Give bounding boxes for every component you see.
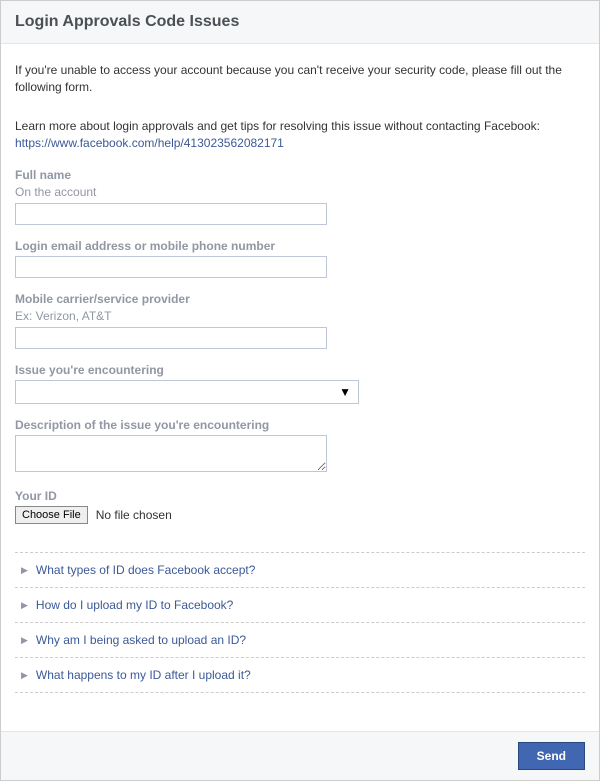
field-carrier: Mobile carrier/service provider Ex: Veri… — [15, 292, 585, 349]
issue-label: Issue you're encountering — [15, 363, 585, 377]
learn-more-text: Learn more about login approvals and get… — [15, 118, 585, 135]
faq-link-after-upload[interactable]: ▶ What happens to my ID after I upload i… — [21, 668, 579, 682]
faq-item: ▶ How do I upload my ID to Facebook? — [15, 587, 585, 622]
page-container: Login Approvals Code Issues If you're un… — [0, 0, 600, 781]
intro-text: If you're unable to access your account … — [15, 62, 585, 96]
faq-link-upload-how[interactable]: ▶ How do I upload my ID to Facebook? — [21, 598, 579, 612]
faq-item: ▶ Why am I being asked to upload an ID? — [15, 622, 585, 657]
file-upload-row: Choose File No file chosen — [15, 506, 585, 524]
faq-text: What happens to my ID after I upload it? — [36, 668, 251, 682]
id-label: Your ID — [15, 489, 585, 503]
chevron-right-icon: ▶ — [21, 670, 28, 681]
full-name-label: Full name — [15, 168, 585, 182]
full-name-sublabel: On the account — [15, 185, 585, 199]
issue-select-wrap: ▼ — [15, 380, 359, 404]
faq-text: Why am I being asked to upload an ID? — [36, 633, 246, 647]
carrier-input[interactable] — [15, 327, 327, 349]
choose-file-button[interactable]: Choose File — [15, 506, 88, 524]
chevron-right-icon: ▶ — [21, 565, 28, 576]
faq-item: ▶ What happens to my ID after I upload i… — [15, 657, 585, 693]
faq-link-why-upload[interactable]: ▶ Why am I being asked to upload an ID? — [21, 633, 579, 647]
faq-text: How do I upload my ID to Facebook? — [36, 598, 233, 612]
login-input[interactable] — [15, 256, 327, 278]
login-label: Login email address or mobile phone numb… — [15, 239, 585, 253]
issue-select[interactable] — [15, 380, 359, 404]
field-full-name: Full name On the account — [15, 168, 585, 225]
send-button[interactable]: Send — [518, 742, 585, 770]
page-footer: Send — [1, 731, 599, 780]
faq-text: What types of ID does Facebook accept? — [36, 563, 255, 577]
field-description: Description of the issue you're encounte… — [15, 418, 585, 475]
carrier-sublabel: Ex: Verizon, AT&T — [15, 309, 585, 323]
file-status-text: No file chosen — [96, 508, 172, 522]
description-textarea[interactable] — [15, 435, 327, 472]
full-name-input[interactable] — [15, 203, 327, 225]
faq-section: ▶ What types of ID does Facebook accept?… — [15, 552, 585, 693]
field-issue: Issue you're encountering ▼ — [15, 363, 585, 404]
field-id: Your ID Choose File No file chosen — [15, 489, 585, 524]
faq-link-id-types[interactable]: ▶ What types of ID does Facebook accept? — [21, 563, 579, 577]
chevron-right-icon: ▶ — [21, 635, 28, 646]
field-login: Login email address or mobile phone numb… — [15, 239, 585, 278]
help-link[interactable]: https://www.facebook.com/help/4130235620… — [15, 136, 585, 150]
page-title: Login Approvals Code Issues — [15, 13, 585, 31]
carrier-label: Mobile carrier/service provider — [15, 292, 585, 306]
faq-item: ▶ What types of ID does Facebook accept? — [15, 552, 585, 587]
form-content: If you're unable to access your account … — [1, 44, 599, 703]
chevron-right-icon: ▶ — [21, 600, 28, 611]
description-label: Description of the issue you're encounte… — [15, 418, 585, 432]
page-header: Login Approvals Code Issues — [1, 1, 599, 44]
